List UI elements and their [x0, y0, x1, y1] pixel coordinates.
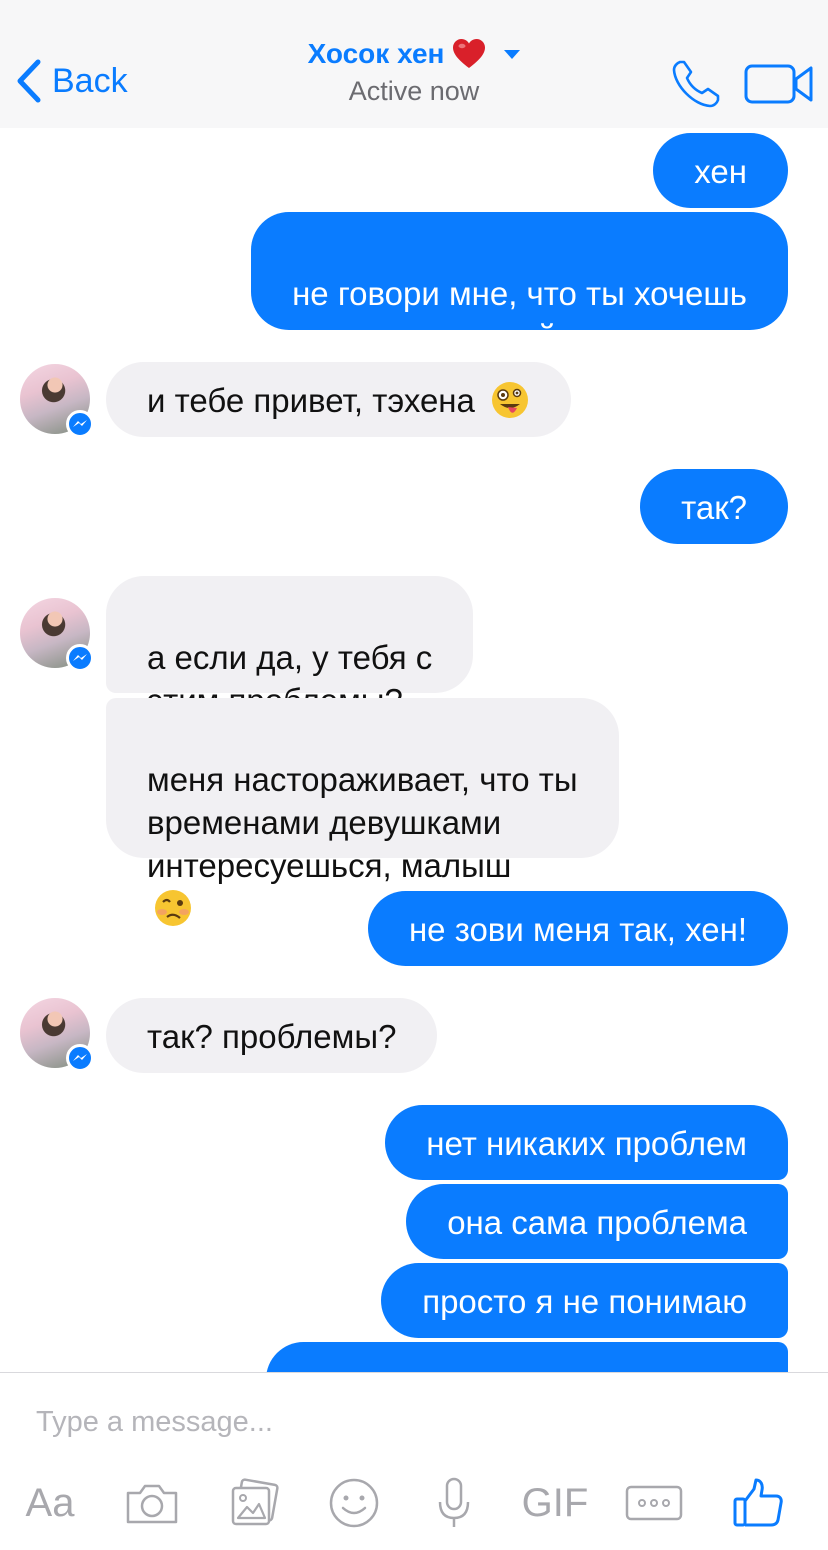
avatar[interactable]: [20, 598, 94, 672]
message-text: меня настораживает, что ты временами дев…: [147, 761, 578, 884]
camera-button[interactable]: [124, 1473, 180, 1533]
message-text: нет никаких проблем: [426, 1125, 747, 1162]
woozy-face-emoji-icon: [155, 890, 191, 926]
message-incoming[interactable]: так? проблемы?: [106, 998, 438, 1073]
text-format-label: Aa: [25, 1480, 75, 1525]
message-outgoing[interactable]: не говори мне, что ты хочешь замутить с …: [251, 212, 788, 355]
avatar[interactable]: [20, 998, 94, 1072]
message-text: и тебе привет, тэхена: [147, 382, 475, 419]
avatar[interactable]: [20, 364, 94, 438]
contact-name: Хосок хен: [307, 38, 445, 69]
messenger-badge-icon: [66, 1044, 94, 1072]
video-camera-icon[interactable]: [744, 62, 814, 106]
message-text: так?: [681, 489, 747, 526]
contact-name-dropdown[interactable]: Хосок хен: [308, 38, 521, 70]
message-text: так? проблемы?: [147, 1018, 397, 1055]
text-format-button[interactable]: Aa: [22, 1473, 78, 1533]
message-outgoing[interactable]: не зови меня так, хен!: [367, 891, 788, 966]
message-outgoing[interactable]: она сама проблема: [406, 1184, 788, 1259]
message-text: не говори мне, что ты хочешь замутить с …: [292, 275, 747, 355]
message-outgoing[interactable]: так?: [640, 469, 788, 544]
phone-icon[interactable]: [670, 58, 722, 110]
smiley-icon: [329, 1478, 379, 1528]
message-incoming[interactable]: и тебе привет, тэхена: [106, 362, 572, 437]
more-icon: [625, 1485, 683, 1521]
message-outgoing[interactable]: нет никаких проблем: [385, 1105, 788, 1180]
message-text: хен: [694, 153, 747, 190]
voice-button[interactable]: [426, 1473, 482, 1533]
message-input[interactable]: [36, 1401, 776, 1443]
microphone-icon: [438, 1477, 470, 1527]
heart-icon: [453, 39, 486, 68]
thumbs-up-icon: [733, 1478, 783, 1527]
emoji-button[interactable]: [326, 1473, 382, 1533]
camera-icon: [126, 1484, 178, 1524]
messenger-badge-icon: [66, 644, 94, 672]
message-outgoing-partial[interactable]: [266, 1342, 788, 1372]
message-thread[interactable]: хен не говори мне, что ты хочешь замутит…: [0, 128, 828, 1372]
message-text: она сама проблема: [447, 1204, 747, 1241]
gif-label: GIF: [521, 1480, 589, 1525]
message-text: просто я не понимаю: [422, 1283, 747, 1320]
like-button[interactable]: [730, 1473, 786, 1533]
gallery-icon: [231, 1478, 279, 1526]
gallery-button[interactable]: [226, 1473, 282, 1533]
message-incoming[interactable]: а если да, у тебя с этим проблемы?: [106, 576, 474, 719]
composer: Aa GIF: [0, 1372, 828, 1550]
gif-button[interactable]: GIF: [520, 1473, 590, 1533]
message-outgoing[interactable]: просто я не понимаю: [381, 1263, 788, 1338]
more-button[interactable]: [624, 1473, 684, 1533]
chevron-down-icon: [504, 49, 521, 59]
chat-header: Back Хосок хен Active now: [0, 0, 828, 128]
zany-face-emoji-icon: [492, 382, 529, 418]
message-text: не зови меня так, хен!: [408, 911, 747, 948]
messenger-badge-icon: [66, 410, 94, 438]
message-outgoing[interactable]: хен: [653, 133, 788, 208]
message-incoming[interactable]: меня настораживает, что ты временами дев…: [106, 698, 619, 926]
